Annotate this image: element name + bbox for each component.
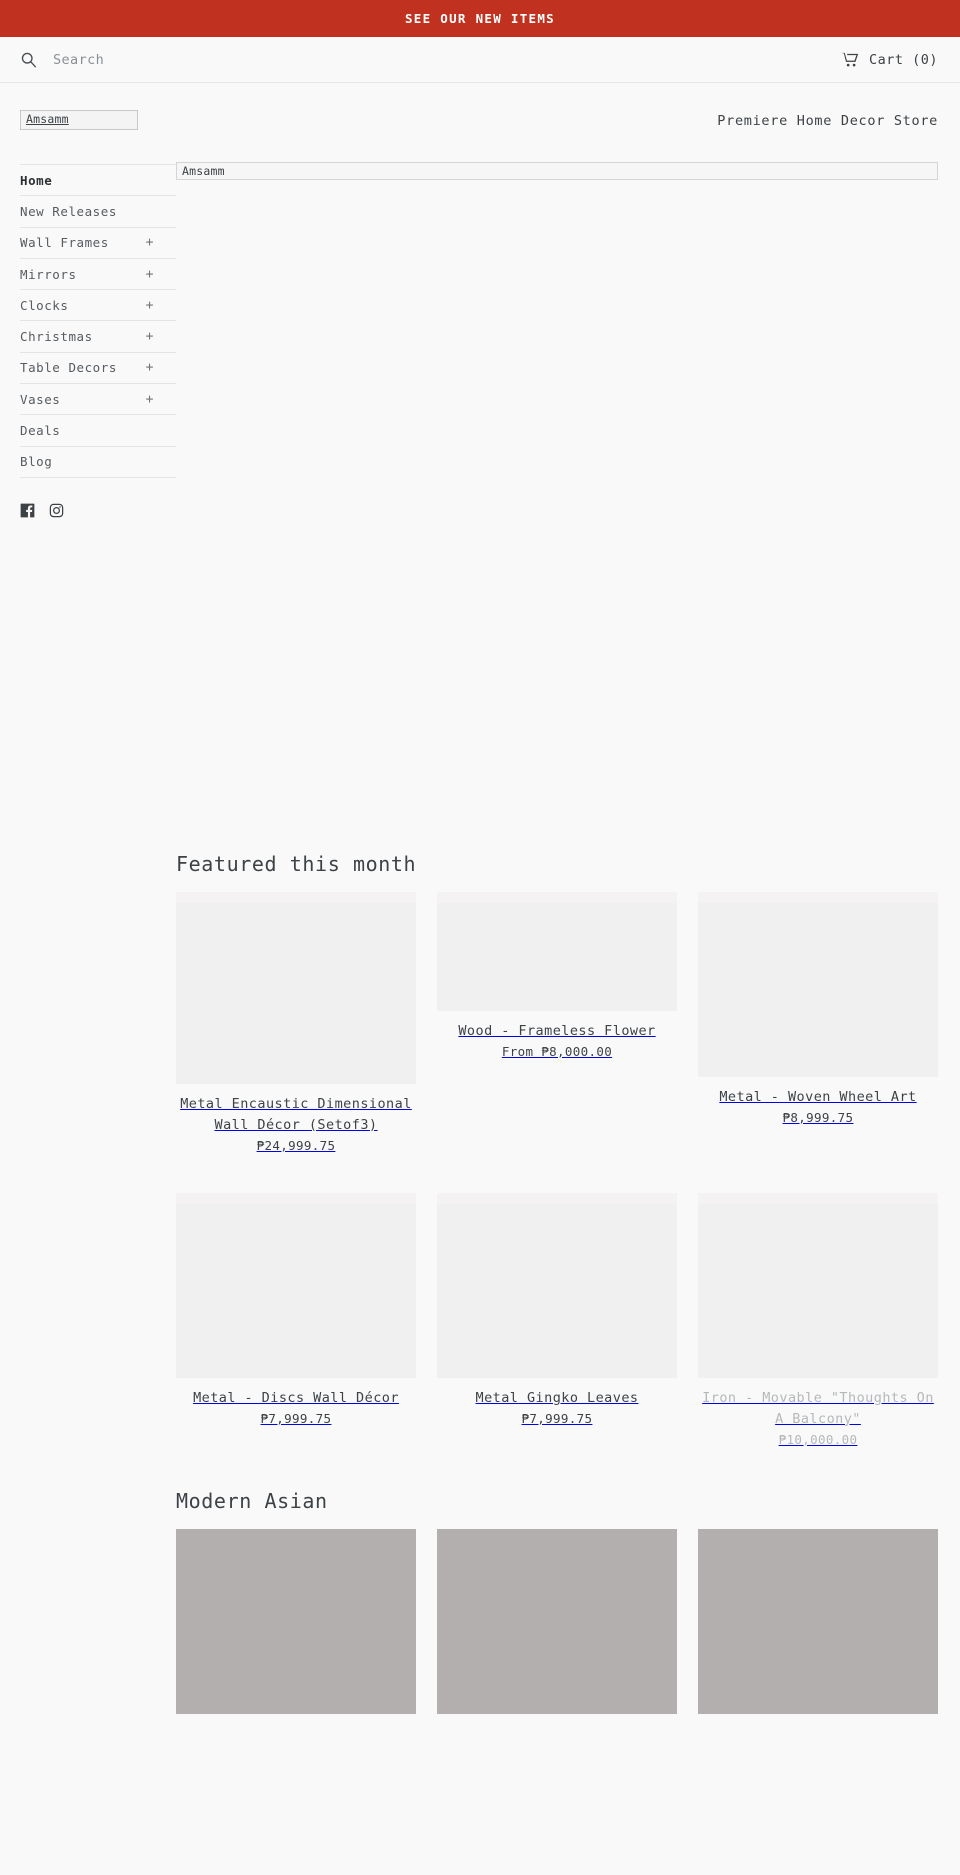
product-card[interactable]	[176, 1528, 416, 1714]
product-card[interactable]: Metal - Discs Wall Décor ₱7,999.75	[176, 1192, 416, 1447]
cart-icon	[842, 52, 859, 67]
sidebar-expand-icon[interactable]: +	[146, 360, 176, 375]
site-tagline: Premiere Home Decor Store	[717, 113, 938, 129]
product-title: Metal Encaustic Dimensional Wall Décor (…	[180, 1096, 412, 1133]
sidebar-item-wall-frames[interactable]: Wall Frames +	[20, 228, 176, 259]
sidebar-item-label: New Releases	[20, 203, 117, 219]
sidebar-expand-icon[interactable]: +	[146, 267, 176, 282]
sidebar-expand-icon[interactable]: +	[146, 329, 176, 344]
sidebar-item-home[interactable]: Home	[20, 165, 176, 197]
product-image	[176, 1528, 416, 1714]
product-image	[437, 1192, 677, 1378]
product-card[interactable]: Metal - Woven Wheel Art ₱8,999.75	[698, 892, 938, 1153]
section-title: Featured this month	[176, 852, 417, 876]
hero-banner[interactable]: Amsamm	[176, 162, 938, 180]
product-card[interactable]: Metal Gingko Leaves ₱7,999.75	[437, 1192, 677, 1447]
product-price: ₱7,999.75	[521, 1410, 593, 1426]
sidebar-item-christmas[interactable]: Christmas +	[20, 321, 176, 353]
cart-label: Cart (0)	[868, 51, 938, 68]
search-area	[20, 51, 842, 68]
hero-banner-alt: Amsamm	[182, 164, 225, 178]
announcement-bar[interactable]: SEE OUR NEW ITEMS	[0, 0, 960, 37]
social-links	[20, 478, 176, 518]
product-image	[698, 1192, 938, 1378]
sidebar-item-label: Home	[20, 172, 53, 188]
sidebar-item-new-releases[interactable]: New Releases	[20, 196, 176, 228]
sidebar-item-label: Table Decors	[20, 360, 117, 376]
facebook-icon[interactable]	[20, 503, 35, 518]
product-grid: Metal Encaustic Dimensional Wall Décor (…	[176, 892, 938, 1153]
product-card[interactable]: Wood - Frameless Flower From ₱8,000.00	[437, 892, 677, 1153]
product-price: ₱7,999.75	[260, 1410, 332, 1426]
product-title: Metal - Discs Wall Décor	[193, 1389, 399, 1406]
sidebar-item-label: Deals	[20, 423, 61, 439]
search-input[interactable]	[53, 51, 383, 68]
sidebar-item-label: Vases	[20, 391, 61, 407]
product-image	[698, 892, 938, 1077]
sidebar-nav: Home New Releases Wall Frames + Mirrors + Cloc…	[20, 164, 176, 478]
sidebar-item-label: Clocks	[20, 297, 69, 313]
product-card[interactable]: Metal Encaustic Dimensional Wall Décor (…	[176, 892, 416, 1153]
section-title: Modern Asian	[176, 1488, 328, 1513]
product-price: ₱8,999.75	[782, 1109, 854, 1125]
site-logo-alt: Amsamm	[26, 111, 69, 126]
product-card[interactable]: Iron - Movable "Thoughts On A Balcony" ₱1…	[698, 1192, 938, 1447]
sidebar-item-deals[interactable]: Deals	[20, 415, 176, 447]
hero-spacer	[176, 180, 938, 852]
product-title: Iron - Movable "Thoughts On A Balcony"	[702, 1389, 934, 1427]
row-spacer	[176, 1153, 938, 1193]
site-logo[interactable]: Amsamm	[20, 110, 138, 130]
sidebar-item-label: Mirrors	[20, 266, 77, 282]
product-price: ₱24,999.75	[256, 1137, 336, 1153]
page-layout: Home New Releases Wall Frames + Mirrors + Cloc…	[0, 140, 960, 1714]
product-grid: Metal - Discs Wall Décor ₱7,999.75 Metal G…	[176, 1192, 938, 1447]
cart-link[interactable]: Cart (0)	[842, 52, 938, 68]
sidebar-item-mirrors[interactable]: Mirrors +	[20, 259, 176, 291]
announcement-text: SEE OUR NEW ITEMS	[404, 11, 556, 26]
product-title: Metal - Woven Wheel Art	[719, 1089, 917, 1105]
product-card[interactable]	[698, 1528, 938, 1714]
product-title: Metal Gingko Leaves	[475, 1389, 639, 1406]
product-image	[698, 1528, 938, 1714]
sidebar-expand-icon[interactable]: +	[146, 235, 176, 250]
product-image	[437, 1528, 677, 1714]
collection-sections: Featured this month Metal Encaustic Dimen…	[176, 852, 938, 1714]
sidebar: Home New Releases Wall Frames + Mirrors + Cloc…	[0, 140, 176, 518]
sidebar-item-table-decors[interactable]: Table Decors +	[20, 353, 176, 385]
product-image	[437, 892, 677, 1011]
product-card[interactable]	[437, 1528, 677, 1714]
search-icon[interactable]	[20, 51, 37, 68]
product-grid	[176, 1528, 938, 1714]
sidebar-expand-icon[interactable]: +	[146, 392, 176, 407]
masthead: Amsamm Premiere Home Decor Store	[0, 83, 960, 140]
product-image	[176, 1192, 416, 1378]
sidebar-expand-icon[interactable]: +	[146, 298, 176, 313]
instagram-icon[interactable]	[49, 503, 64, 518]
product-image	[176, 892, 416, 1084]
sidebar-item-blog[interactable]: Blog	[20, 447, 176, 478]
sidebar-item-label: Wall Frames	[20, 235, 109, 251]
main-content: Amsamm Featured this month Metal Encausti…	[176, 140, 960, 1714]
sidebar-item-label: Christmas	[20, 329, 93, 345]
product-price: From ₱8,000.00	[501, 1043, 613, 1059]
sidebar-item-vases[interactable]: Vases +	[20, 384, 176, 416]
sidebar-item-clocks[interactable]: Clocks +	[20, 290, 176, 322]
product-title: Wood - Frameless Flower	[458, 1023, 656, 1039]
product-price: ₱10,000.00	[778, 1431, 858, 1447]
sidebar-item-label: Blog	[20, 454, 53, 470]
utility-bar: Cart (0)	[0, 37, 960, 83]
